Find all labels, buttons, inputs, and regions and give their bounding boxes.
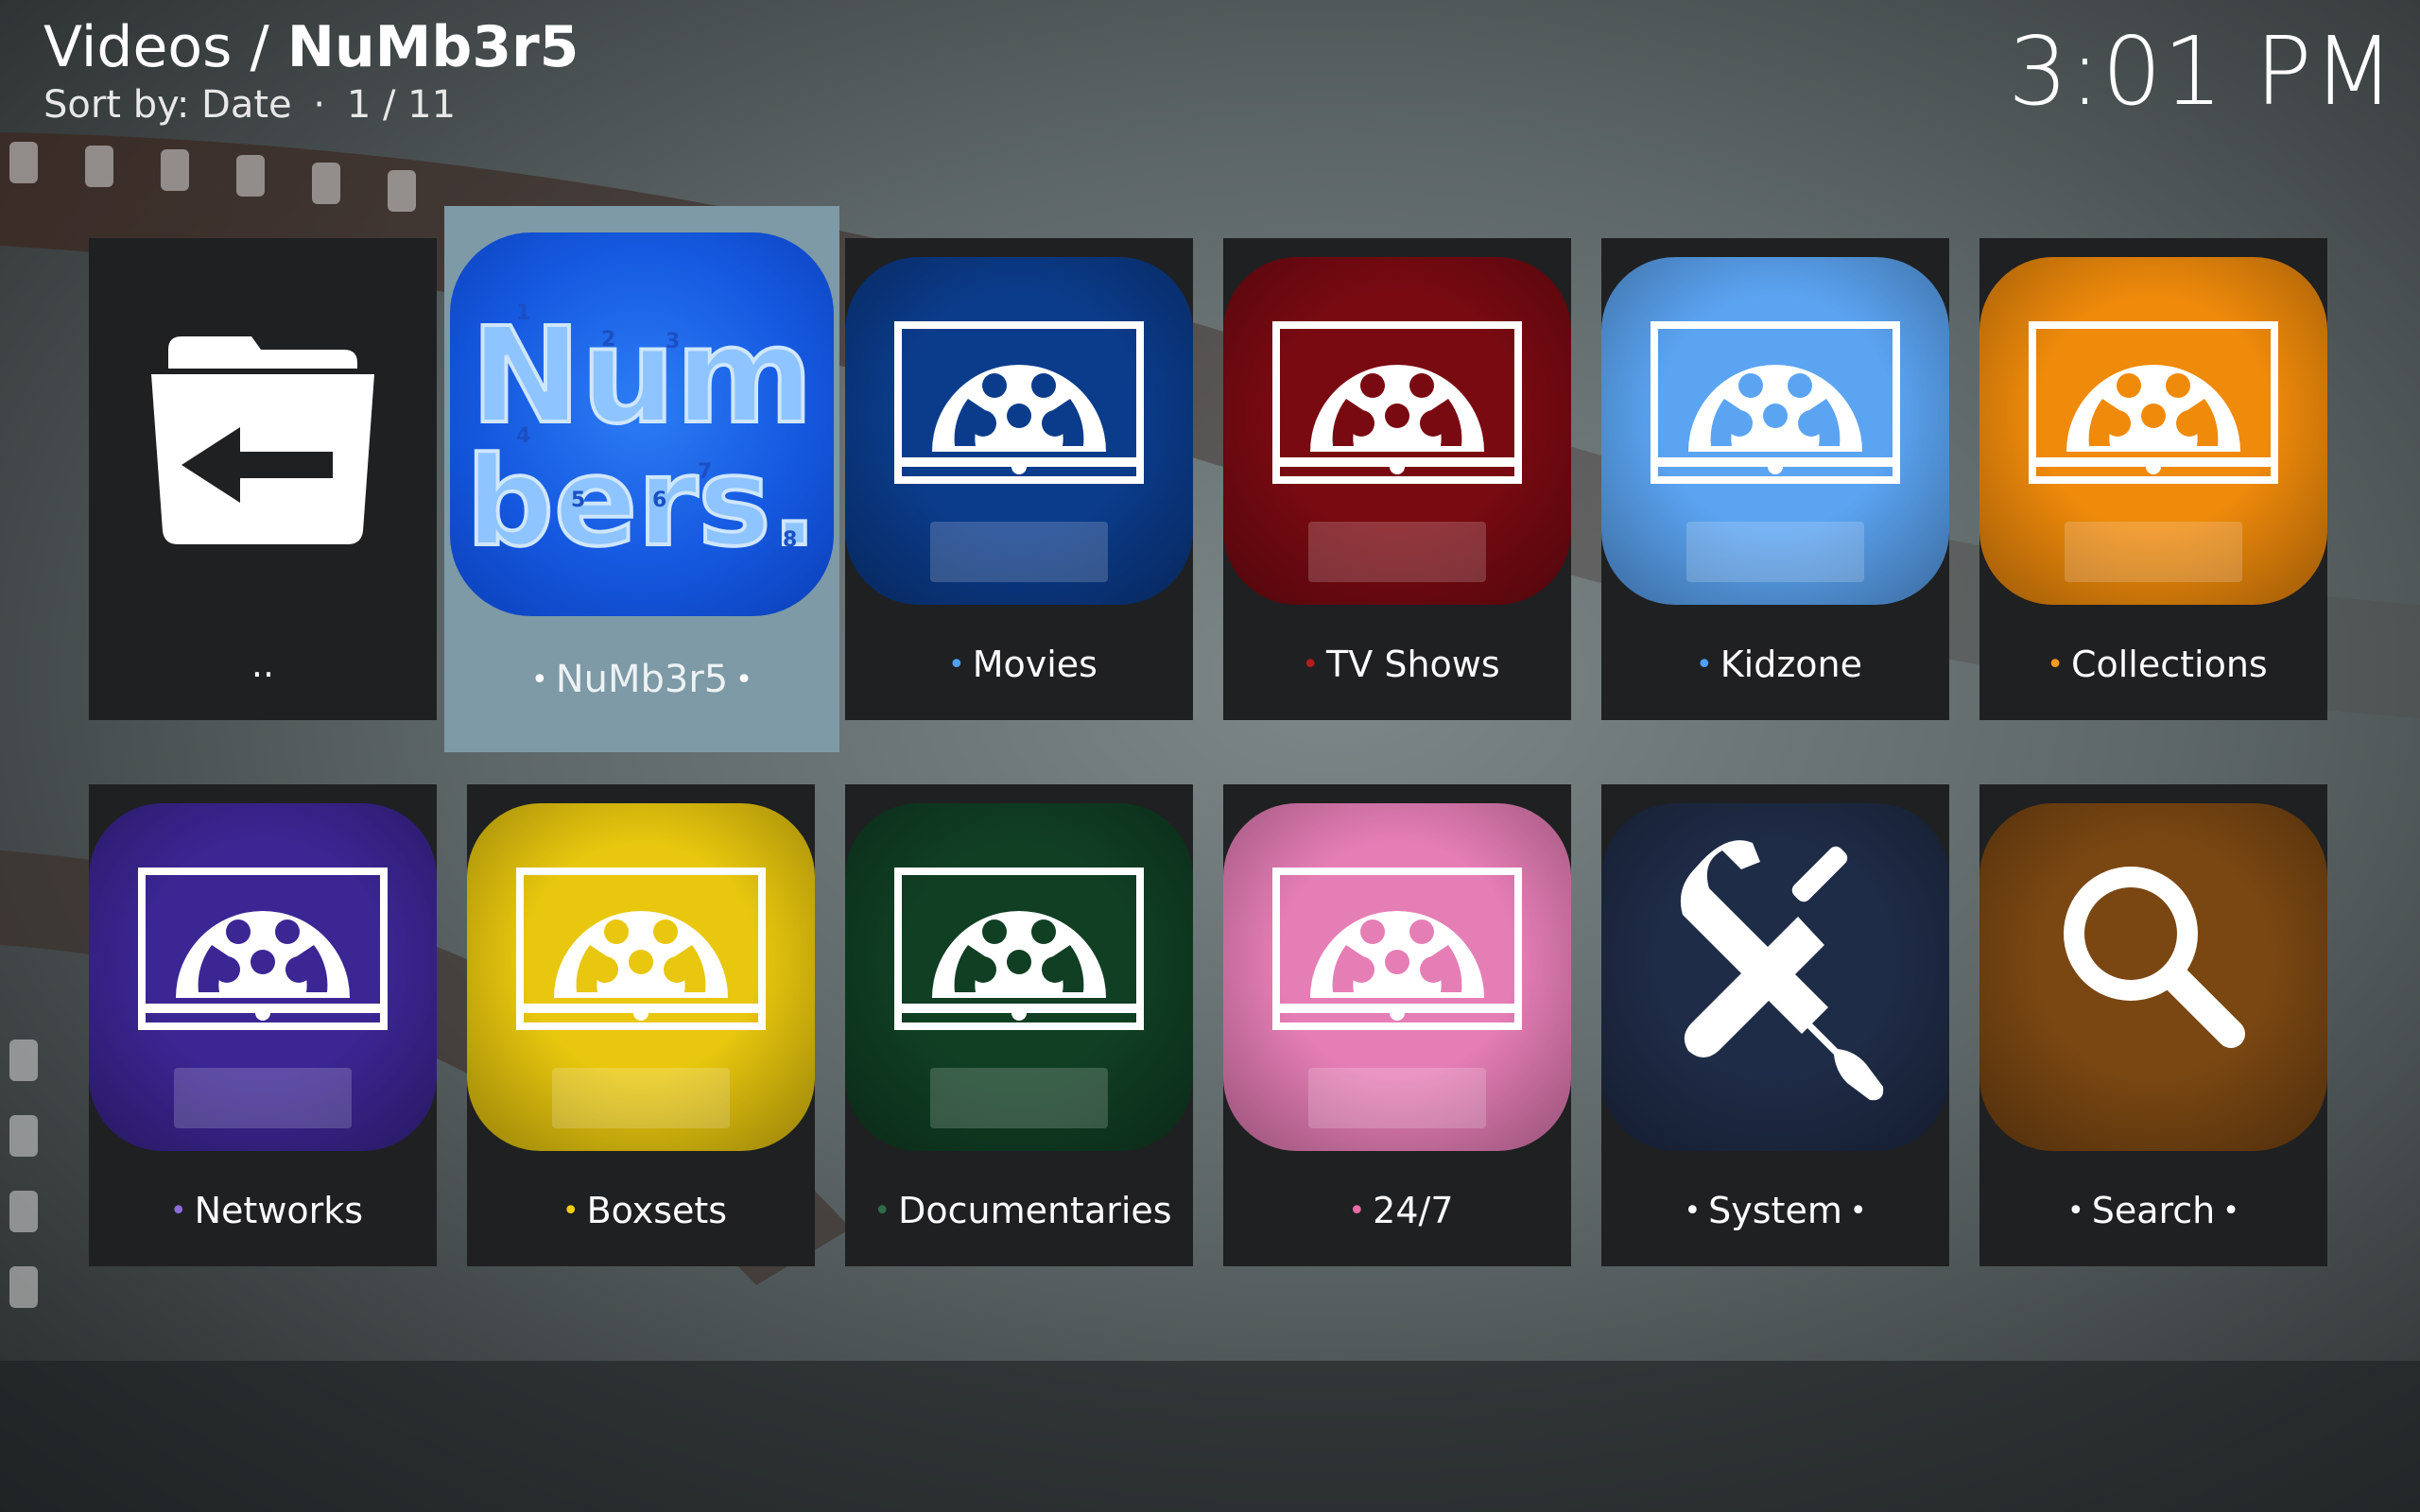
svg-text:2: 2 <box>601 328 615 352</box>
tile-label: • Search • <box>2067 1190 2239 1231</box>
tile-label: • NuMb3r5 • <box>531 658 752 701</box>
label-dot: • <box>1302 648 1320 681</box>
tile-kidzone[interactable]: • Kidzone <box>1601 238 1949 720</box>
film-reel-icon <box>467 803 815 1151</box>
film-reel-icon <box>1223 803 1571 1151</box>
tile-tv-shows[interactable]: • TV Shows <box>1223 238 1571 720</box>
label-dot: • <box>531 663 548 696</box>
film-reel-icon <box>1979 257 2327 605</box>
label-dot: • <box>2222 1194 2239 1228</box>
tile-label: • Movies <box>948 644 1098 685</box>
numbers-logo: Num bers. 1 2 3 4 5 6 7 8 <box>450 232 834 616</box>
tile-label: • TV Shows <box>1302 644 1500 685</box>
label-dot: • <box>169 1194 187 1228</box>
film-reel-icon <box>845 803 1193 1151</box>
label-dot: • <box>1696 648 1713 681</box>
film-reel-icon <box>845 257 1193 605</box>
tile-system[interactable]: • System • <box>1601 784 1949 1266</box>
label-dot: • <box>1849 1194 1867 1228</box>
breadcrumb-root[interactable]: Videos <box>43 14 232 80</box>
tile-label: • 24/7 <box>1348 1190 1454 1231</box>
tile-label: • Documentaries <box>873 1190 1172 1231</box>
label-dot: • <box>948 648 965 681</box>
tile-label: .. <box>251 644 275 685</box>
label-dot: • <box>1684 1194 1702 1228</box>
svg-text:4: 4 <box>516 424 530 448</box>
tile-label: • Boxsets <box>562 1190 728 1231</box>
tile-documentaries[interactable]: • Documentaries <box>845 784 1193 1266</box>
label-dot: • <box>562 1194 579 1228</box>
label-dot: • <box>735 663 752 696</box>
label-dot: • <box>2047 648 2064 681</box>
tile-numb3r5[interactable]: Num bers. 1 2 3 4 5 6 7 8 • NuMb3r5 • <box>444 206 839 752</box>
item-position: 1 / 11 <box>346 83 457 127</box>
sort-label[interactable]: Sort by: Date <box>43 83 292 127</box>
tile-boxsets[interactable]: • Boxsets <box>467 784 815 1266</box>
tile-collections[interactable]: • Collections <box>1979 238 2327 720</box>
svg-text:bers.: bers. <box>466 430 818 574</box>
tile-label: • Networks <box>169 1190 364 1231</box>
clock: 3:01 PM <box>2008 16 2395 127</box>
label-dot: • <box>2067 1194 2084 1228</box>
tile-parent-folder[interactable]: .. <box>89 238 437 720</box>
breadcrumb-current: NuMb3r5 <box>286 14 579 80</box>
tile-movies[interactable]: • Movies <box>845 238 1193 720</box>
header: Videos / NuMb3r5 Sort by: Date · 1 / 11 <box>43 13 579 127</box>
svg-text:5: 5 <box>571 489 585 512</box>
tile-24-7[interactable]: • 24/7 <box>1223 784 1571 1266</box>
tile-search[interactable]: • Search • <box>1979 784 2327 1266</box>
tile-networks[interactable]: • Networks <box>89 784 437 1266</box>
breadcrumb-separator: / <box>232 14 287 80</box>
label-dot: • <box>873 1194 891 1228</box>
label-dot: • <box>1348 1194 1366 1228</box>
tile-label: • Kidzone <box>1696 644 1862 685</box>
film-reel-icon <box>89 803 437 1151</box>
sort-separator: · <box>313 83 326 127</box>
svg-text:6: 6 <box>652 489 666 512</box>
wrench-screwdriver-icon <box>1601 803 1949 1151</box>
tile-label: • System • <box>1684 1190 1867 1231</box>
svg-text:1: 1 <box>516 301 530 325</box>
svg-text:8: 8 <box>783 528 797 552</box>
tile-label: • Collections <box>2047 644 2268 685</box>
sort-info: Sort by: Date · 1 / 11 <box>43 83 579 127</box>
magnifier-icon <box>1979 803 2327 1151</box>
film-strip-background <box>0 132 2420 1512</box>
svg-text:7: 7 <box>698 460 712 484</box>
back-folder-icon <box>89 257 437 605</box>
svg-text:3: 3 <box>666 330 680 353</box>
film-reel-icon <box>1601 257 1949 605</box>
breadcrumb: Videos / NuMb3r5 <box>43 13 579 81</box>
film-reel-icon <box>1223 257 1571 605</box>
